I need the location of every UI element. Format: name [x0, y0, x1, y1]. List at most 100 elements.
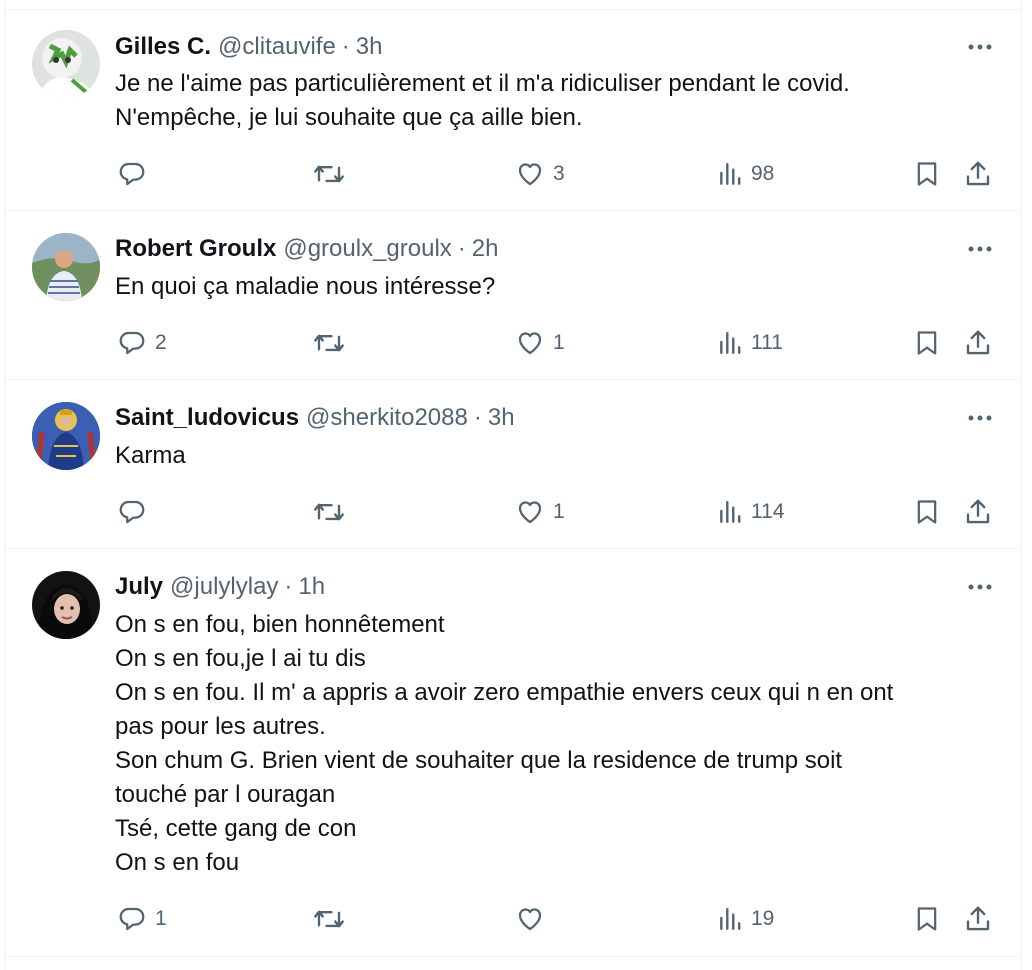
meta-separator: · [473, 404, 482, 431]
bookmark-button[interactable] [913, 899, 941, 939]
timestamp[interactable]: 1h [298, 573, 325, 601]
share-icon [966, 499, 990, 524]
author-name[interactable]: July [115, 573, 163, 601]
views-button[interactable]: 114 [717, 492, 784, 532]
tweet-text: En quoi ça maladie nous intéresse? [115, 270, 981, 304]
more-button[interactable] [965, 572, 995, 602]
timestamp[interactable]: 2h [472, 235, 499, 263]
views-button[interactable]: 98 [717, 154, 774, 194]
like-count: 1 [553, 331, 565, 354]
reply-button[interactable]: 1 [117, 899, 167, 939]
like-button[interactable]: 3 [515, 154, 565, 194]
author-name[interactable]: Robert Groulx [115, 235, 276, 263]
author-handle[interactable]: @clitauvife [218, 33, 336, 61]
retweet-icon [314, 334, 344, 352]
reply-icon [119, 907, 145, 931]
bookmark-button[interactable] [913, 492, 941, 532]
tweet-line: Karma [115, 442, 186, 469]
views-icon [720, 908, 741, 930]
views-icon [720, 501, 741, 523]
tweet-line: touché par l ouragan [115, 781, 336, 808]
views-count: 114 [751, 500, 785, 523]
meta-separator: · [284, 573, 293, 600]
share-button[interactable] [963, 154, 993, 194]
like-count: 1 [553, 500, 565, 523]
tweet-card[interactable]: Saint_ludovicus @sherkito2088 · 3h Karma… [5, 380, 1021, 549]
bookmark-button[interactable] [913, 154, 941, 194]
tweet-line: On s en fou [115, 849, 240, 876]
reply-feed: Gilles C. @clitauvife · 3h Je ne l'aime … [4, 0, 1022, 970]
author-handle[interactable]: @groulx_groulx [283, 235, 451, 263]
more-button[interactable] [965, 32, 995, 62]
tweet-line: On s en fou, bien honnêtement [115, 611, 445, 638]
reply-icon [119, 500, 145, 524]
avatar[interactable] [32, 402, 100, 470]
tweet-text: On s en fou, bien honnêtement On s en fo… [115, 608, 981, 880]
tweet-line: On s en fou,je l ai tu dis [115, 645, 366, 672]
retweet-icon [314, 165, 344, 183]
reply-icon [119, 162, 145, 186]
action-bar: 3 98 [5, 154, 1021, 194]
like-button[interactable] [515, 899, 553, 939]
retweet-button[interactable] [312, 492, 354, 532]
more-button[interactable] [965, 234, 995, 264]
author-name[interactable]: Saint_ludovicus [115, 404, 299, 432]
like-button[interactable]: 1 [515, 492, 565, 532]
tweet-line: N'empêche, je lui souhaite que ça aille … [115, 104, 583, 131]
retweet-button[interactable] [312, 154, 354, 194]
timestamp[interactable]: 3h [356, 33, 383, 61]
bookmark-icon [917, 331, 937, 355]
tweet-line: En quoi ça maladie nous intéresse? [115, 273, 496, 300]
avatar[interactable] [32, 233, 100, 301]
share-button[interactable] [963, 323, 993, 363]
author-name[interactable]: Gilles C. [115, 33, 211, 61]
bookmark-button[interactable] [913, 323, 941, 363]
author-handle[interactable]: @julylylay [170, 573, 278, 601]
views-button[interactable]: 111 [717, 323, 783, 363]
views-button[interactable]: 19 [717, 899, 774, 939]
bookmark-icon [917, 162, 937, 186]
reply-count: 1 [155, 907, 167, 930]
heart-icon [518, 908, 542, 931]
more-icon [968, 246, 992, 252]
more-icon [968, 415, 992, 421]
heart-icon [518, 332, 542, 355]
timestamp[interactable]: 3h [488, 404, 515, 432]
bookmark-icon [917, 907, 937, 931]
heart-icon [518, 163, 542, 186]
retweet-button[interactable] [312, 323, 354, 363]
tweet-text: Je ne l'aime pas particulièrement et il … [115, 67, 981, 135]
retweet-icon [314, 503, 344, 521]
tweet-line: pas pour les autres. [115, 713, 326, 740]
avatar[interactable] [32, 30, 100, 98]
share-icon [966, 330, 990, 355]
tweet-line: On s en fou. Il m' a appris a avoir zero… [115, 679, 894, 706]
tweet-text: Karma [115, 439, 981, 473]
share-button[interactable] [963, 899, 993, 939]
reply-button[interactable] [117, 154, 155, 194]
meta-separator: · [457, 235, 466, 262]
meta-separator: · [341, 33, 350, 60]
views-count: 98 [751, 162, 775, 185]
more-icon [968, 584, 992, 590]
tweet-card[interactable]: Gilles C. @clitauvife · 3h Je ne l'aime … [5, 10, 1021, 211]
reply-button[interactable]: 2 [117, 323, 167, 363]
avatar[interactable] [32, 571, 100, 639]
action-bar: 1 114 [5, 492, 1021, 532]
like-count: 3 [553, 162, 565, 185]
share-button[interactable] [963, 492, 993, 532]
tweet-card[interactable]: July @julylylay · 1h On s en fou, bien h… [5, 549, 1021, 957]
author-handle[interactable]: @sherkito2088 [306, 404, 468, 432]
tweet-card[interactable]: Robert Groulx @groulx_groulx · 2h En quo… [5, 211, 1021, 380]
views-icon [720, 163, 741, 185]
retweet-button[interactable] [312, 899, 354, 939]
views-count: 111 [751, 331, 783, 354]
views-count: 19 [751, 907, 775, 930]
more-button[interactable] [965, 403, 995, 433]
more-icon [968, 44, 992, 50]
tweet-line: Son chum G. Brien vient de souhaiter que… [115, 747, 843, 774]
views-icon [720, 332, 741, 354]
like-button[interactable]: 1 [515, 323, 565, 363]
reply-button[interactable] [117, 492, 155, 532]
heart-icon [518, 501, 542, 524]
